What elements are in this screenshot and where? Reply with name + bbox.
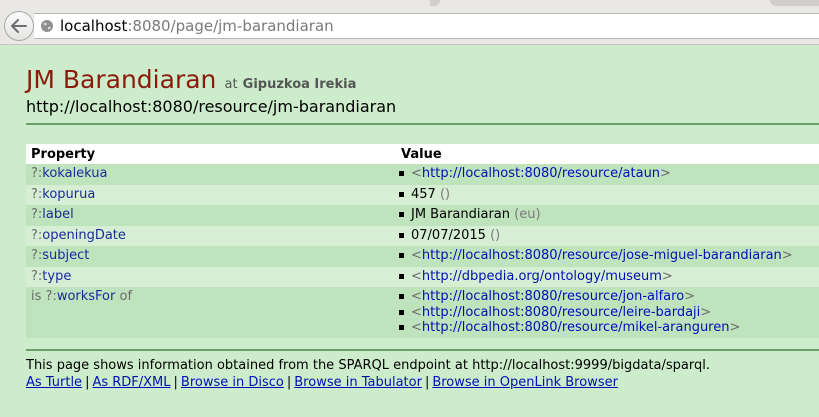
value-column-header: Value <box>396 144 819 164</box>
as-rdfxml-link[interactable]: As RDF/XML <box>92 375 170 390</box>
dataset-name: Gipuzkoa Irekia <box>242 77 357 92</box>
separator: | <box>85 375 90 390</box>
value-cell: JM Barandiaran (eu) <box>396 205 819 226</box>
property-cell: ?:openingDate <box>26 225 396 246</box>
property-link-label[interactable]: ?:label <box>31 207 74 222</box>
property-link-kokalekua[interactable]: ?:kokalekua <box>31 166 108 181</box>
value-link[interactable]: http://localhost:8080/resource/jose-migu… <box>422 248 782 263</box>
value-link[interactable]: http://localhost:8080/resource/mikel-ara… <box>422 320 730 335</box>
value-cell: <http://localhost:8080/resource/jon-alfa… <box>396 287 819 338</box>
page-title: JM Barandiaran <box>26 65 217 94</box>
property-cell: is ?:worksFor of <box>26 287 396 338</box>
property-column-header: Property <box>26 144 396 164</box>
value-item: JM Barandiaran (eu) <box>396 205 814 225</box>
globe-icon <box>40 19 54 33</box>
property-link-subject[interactable]: ?:subject <box>31 248 89 263</box>
value-link[interactable]: http://localhost:8080/resource/ataun <box>422 166 660 181</box>
url-text: localhost:8080/page/jm-barandiaran <box>60 17 334 35</box>
value-cell: <http://localhost:8080/resource/ataun> <box>396 164 819 185</box>
table-row: ?:openingDate 07/07/2015 () <box>26 225 819 246</box>
value-item: <http://localhost:8080/resource/ataun> <box>396 164 814 184</box>
address-bar[interactable]: localhost:8080/page/jm-barandiaran <box>34 13 819 39</box>
property-link-openingdate[interactable]: ?:openingDate <box>31 228 126 243</box>
title-at: at <box>224 77 238 92</box>
value-item: 07/07/2015 () <box>396 226 814 246</box>
value-item: <http://localhost:8080/resource/jon-alfa… <box>396 289 814 305</box>
value-cell: 457 () <box>396 184 819 205</box>
tab-edge-right <box>770 0 819 6</box>
table-row: ?:kokalekua <http://localhost:8080/resou… <box>26 164 819 185</box>
separator: | <box>286 375 292 390</box>
property-link-type[interactable]: ?:type <box>31 269 71 284</box>
value-cell: 07/07/2015 () <box>396 225 819 246</box>
browse-openlink-link[interactable]: Browse in OpenLink Browser <box>432 375 618 390</box>
property-cell: ?:type <box>26 266 396 287</box>
table-header-row: Property Value <box>26 144 819 164</box>
property-link-kopurua[interactable]: ?:kopurua <box>31 187 95 202</box>
browse-disco-link[interactable]: Browse in Disco <box>181 375 284 390</box>
value-cell: <http://localhost:8080/resource/jose-mig… <box>396 246 819 267</box>
page-content: JM Barandiaran at Gipuzkoa Irekia http:/… <box>0 44 819 417</box>
value-link[interactable]: http://localhost:8080/resource/jon-alfar… <box>422 289 684 304</box>
table-row: ?:type <http://dbpedia.org/ontology/muse… <box>26 266 819 287</box>
footer-note: This page shows information obtained fro… <box>26 358 710 373</box>
as-turtle-link[interactable]: As Turtle <box>26 375 82 390</box>
tab-edge <box>430 0 440 6</box>
header-divider <box>26 123 819 125</box>
value-link[interactable]: http://dbpedia.org/ontology/museum <box>422 269 662 284</box>
back-arrow-icon <box>11 19 27 33</box>
resource-uri: http://localhost:8080/resource/jm-barand… <box>26 97 397 116</box>
property-cell: ?:kopurua <box>26 184 396 205</box>
properties-table: Property Value ?:kokalekua <http://local… <box>26 144 819 338</box>
value-link[interactable]: http://localhost:8080/resource/leire-bar… <box>422 305 700 320</box>
value-item: <http://localhost:8080/resource/mikel-ar… <box>396 320 814 336</box>
separator: | <box>424 375 430 390</box>
inverse-of-label: of <box>119 289 133 304</box>
footer-links: As Turtle | As RDF/XML | Browse in Disco | Bro… <box>26 375 618 390</box>
property-link-worksfor[interactable]: ?:worksFor <box>46 289 116 304</box>
browser-toolbar: localhost:8080/page/jm-barandiaran <box>0 0 819 45</box>
inverse-is-label: is <box>31 289 42 304</box>
value-cell: <http://dbpedia.org/ontology/museum> <box>396 266 819 287</box>
footer-divider <box>26 349 819 351</box>
table-row: ?:kopurua 457 () <box>26 184 819 205</box>
back-button[interactable] <box>4 11 34 41</box>
separator: | <box>173 375 178 390</box>
table-row: ?:label JM Barandiaran (eu) <box>26 205 819 226</box>
value-item: <http://localhost:8080/resource/jose-mig… <box>396 246 814 266</box>
browse-tabulator-link[interactable]: Browse in Tabulator <box>294 375 422 390</box>
title-line: JM Barandiaran at Gipuzkoa Irekia <box>26 65 356 94</box>
property-cell: ?:kokalekua <box>26 164 396 185</box>
table-row: is ?:worksFor of <http://localhost:8080/… <box>26 287 819 338</box>
value-item: 457 () <box>396 185 814 205</box>
value-item: <http://localhost:8080/resource/leire-ba… <box>396 305 814 321</box>
property-cell: ?:subject <box>26 246 396 267</box>
value-item: <http://dbpedia.org/ontology/museum> <box>396 267 814 287</box>
table-row: ?:subject <http://localhost:8080/resourc… <box>26 246 819 267</box>
property-cell: ?:label <box>26 205 396 226</box>
